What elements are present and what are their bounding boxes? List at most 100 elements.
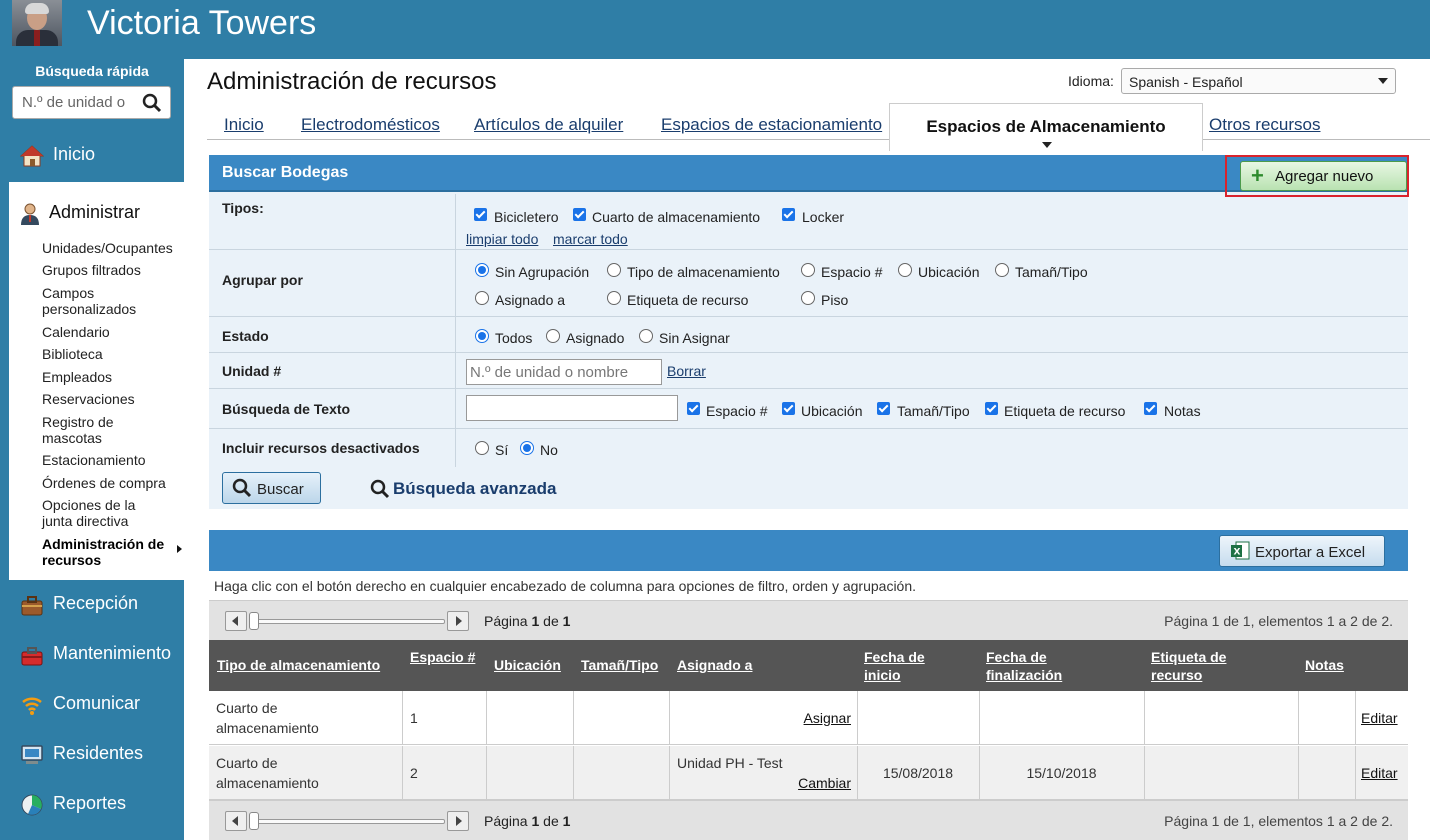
radio-etiqueta[interactable] [607, 291, 621, 305]
export-excel-button[interactable]: X Exportar a Excel [1219, 535, 1385, 567]
clear-unit-link[interactable]: Borrar [667, 363, 706, 379]
search-button[interactable]: Buscar [222, 472, 321, 504]
tab-alquiler[interactable]: Artículos de alquiler [474, 115, 623, 135]
plus-icon: + [1251, 163, 1264, 188]
page-summary: Página 1 de 1, elementos 1 a 2 de 2. [1164, 813, 1393, 829]
unit-search-input[interactable]: N.º de unidad o nombre [466, 359, 662, 385]
toolbox-icon [21, 647, 43, 666]
radio-asignado[interactable] [546, 329, 560, 343]
checkbox-text-tamano[interactable] [877, 402, 890, 415]
nav-inicio[interactable]: Inicio [0, 136, 184, 176]
chevron-down-icon [1378, 78, 1388, 84]
admin-item-unidades[interactable]: Unidades/Ocupantes [42, 240, 177, 256]
checkbox-bicicletero[interactable] [474, 208, 487, 221]
radio-incluir-si[interactable] [475, 441, 489, 455]
radio-tamano-tipo[interactable] [995, 263, 1009, 277]
site-title: Victoria Towers [87, 4, 317, 42]
quick-search-label: Búsqueda rápida [35, 63, 149, 79]
results-hint: Haga clic con el botón derecho en cualqu… [214, 578, 917, 594]
admin-item-campos[interactable]: Campos personalizados [42, 285, 162, 317]
admin-item-estacionamiento[interactable]: Estacionamiento [42, 452, 177, 468]
checkbox-text-etiqueta[interactable] [985, 402, 998, 415]
change-link[interactable]: Cambiar [798, 773, 851, 793]
col-fecha-inicio[interactable]: Fecha de inicio [864, 648, 954, 684]
checkbox-cuarto[interactable] [573, 208, 586, 221]
sidebar: Búsqueda rápida N.º de unidad o Inicio A… [0, 59, 184, 840]
radio-ubicacion[interactable] [898, 263, 912, 277]
admin-item-empleados[interactable]: Empleados [42, 369, 177, 385]
table-row: Cuarto de almacenamiento 1 Asignar Edita… [209, 691, 1408, 745]
admin-item-grupos[interactable]: Grupos filtrados [42, 262, 177, 278]
page-slider[interactable] [225, 811, 469, 831]
radio-piso[interactable] [801, 291, 815, 305]
col-ubicacion[interactable]: Ubicación [494, 656, 561, 674]
add-new-button[interactable]: + Agregar nuevo [1240, 161, 1407, 191]
page-slider[interactable] [225, 611, 469, 631]
prev-page-button[interactable] [225, 811, 247, 831]
radio-espacio[interactable] [801, 263, 815, 277]
tab-inicio[interactable]: Inicio [224, 115, 264, 135]
radio-asignado-a[interactable] [475, 291, 489, 305]
admin-item-biblioteca[interactable]: Biblioteca [42, 346, 177, 362]
tabs-divider [207, 139, 1430, 140]
quick-search-input[interactable]: N.º de unidad o [12, 86, 171, 119]
col-etiqueta[interactable]: Etiqueta de recurso [1151, 648, 1251, 684]
radio-sin-agrupacion[interactable] [475, 263, 489, 277]
row-incluir: Incluir recursos desactivados [222, 440, 420, 456]
home-icon [20, 145, 44, 167]
slider-thumb[interactable] [249, 812, 259, 830]
nav-mantenimiento[interactable]: Mantenimiento [0, 635, 184, 675]
prev-page-button[interactable] [225, 611, 247, 631]
next-page-button[interactable] [447, 611, 469, 631]
text-search-input[interactable] [466, 395, 678, 421]
table-row: Cuarto de almacenamiento 2 Unidad PH - T… [209, 746, 1408, 800]
admin-item-mascotas[interactable]: Registro de mascotas [42, 414, 142, 446]
top-bar: Victoria Towers [0, 0, 1430, 59]
admin-item-junta[interactable]: Opciones de la junta directiva [42, 497, 152, 529]
edit-link[interactable]: Editar [1361, 763, 1398, 783]
checkbox-text-ubicacion[interactable] [782, 402, 795, 415]
chevron-right-icon [456, 816, 462, 826]
edit-link[interactable]: Editar [1361, 708, 1398, 728]
tab-estacionamiento[interactable]: Espacios de estacionamiento [661, 115, 882, 135]
nav-residentes[interactable]: Residentes [0, 735, 184, 775]
radio-incluir-no[interactable] [520, 441, 534, 455]
checkbox-locker[interactable] [782, 208, 795, 221]
tab-electrodomesticos[interactable]: Electrodomésticos [301, 115, 440, 135]
assign-link[interactable]: Asignar [804, 708, 851, 728]
tab-otros[interactable]: Otros recursos [1209, 115, 1320, 135]
checkbox-text-notas[interactable] [1144, 402, 1157, 415]
svg-text:X: X [1234, 548, 1241, 558]
col-asignado[interactable]: Asignado a [677, 656, 752, 674]
admin-item-reservaciones[interactable]: Reservaciones [42, 391, 177, 407]
col-tamano[interactable]: Tamañ/Tipo [581, 656, 658, 674]
radio-tipo-almacenamiento[interactable] [607, 263, 621, 277]
next-page-button[interactable] [447, 811, 469, 831]
admin-item-recursos[interactable]: Administración de recursos [42, 536, 176, 568]
user-avatar[interactable] [12, 0, 62, 46]
nav-comunicar[interactable]: Comunicar [0, 685, 184, 725]
chevron-left-icon [232, 816, 238, 826]
checkbox-text-espacio[interactable] [687, 402, 700, 415]
check-all-link[interactable]: marcar todo [553, 231, 628, 247]
page-indicator: Página 1 de 1 [484, 613, 571, 629]
pager-top: Página 1 de 1 Página 1 de 1, elementos 1… [209, 600, 1408, 640]
col-espacio[interactable]: Espacio # [410, 648, 480, 666]
col-fecha-fin[interactable]: Fecha de finalización [986, 648, 1096, 684]
col-notas[interactable]: Notas [1305, 656, 1344, 674]
col-tipo[interactable]: Tipo de almacenamiento [217, 656, 380, 674]
search-icon [370, 479, 390, 499]
language-value: Spanish - Español [1129, 74, 1243, 90]
admin-item-ordenes[interactable]: Órdenes de compra [42, 475, 177, 491]
nav-reportes[interactable]: Reportes [0, 785, 184, 825]
search-icon[interactable] [142, 93, 162, 113]
radio-sin-asignar[interactable] [639, 329, 653, 343]
admin-item-calendario[interactable]: Calendario [42, 324, 177, 340]
clear-all-link[interactable]: limpiar todo [466, 231, 538, 247]
slider-thumb[interactable] [249, 612, 259, 630]
nav-recepcion[interactable]: Recepción [0, 585, 184, 625]
language-select[interactable]: Spanish - Español [1121, 68, 1396, 94]
tab-almacenamiento[interactable]: Espacios de Almacenamiento [889, 103, 1203, 151]
radio-todos[interactable] [475, 329, 489, 343]
person-icon [21, 203, 39, 225]
